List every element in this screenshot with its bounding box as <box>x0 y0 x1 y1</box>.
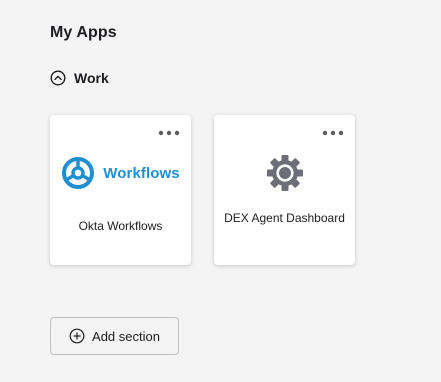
workflows-logo-icon <box>62 157 95 189</box>
section-title: Work <box>74 70 109 86</box>
app-tile-dex-agent-dashboard[interactable]: DEX Agent Dashboard <box>214 115 355 265</box>
more-horizontal-icon <box>158 130 180 136</box>
app-menu-button[interactable] <box>157 125 181 141</box>
add-section-label: Add section <box>92 328 160 344</box>
plus-circle-icon <box>69 328 85 344</box>
app-name: DEX Agent Dashboard <box>224 211 345 225</box>
workflows-logo-text: Workflows <box>103 164 180 182</box>
gear-icon <box>266 155 303 191</box>
app-menu-button[interactable] <box>321 125 345 141</box>
chevron-up-circle-icon[interactable] <box>50 70 66 86</box>
add-section-button[interactable]: Add section <box>50 317 179 355</box>
app-logo <box>214 155 355 191</box>
app-tile-okta-workflows[interactable]: Workflows Okta Workflows <box>50 115 191 265</box>
section-header-work[interactable]: Work <box>50 68 109 88</box>
app-logo: Workflows <box>50 155 191 191</box>
more-horizontal-icon <box>322 130 344 136</box>
app-name: Okta Workflows <box>78 219 163 233</box>
page-title: My Apps <box>50 24 117 41</box>
